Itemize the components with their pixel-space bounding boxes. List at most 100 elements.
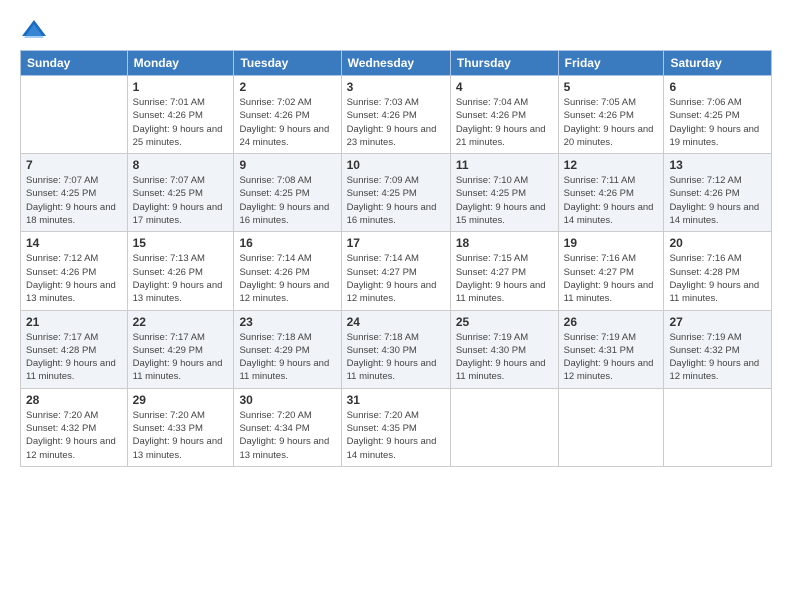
cell-inner: 27 Sunrise: 7:19 AMSunset: 4:32 PMDayligh…	[669, 315, 766, 384]
page: SundayMondayTuesdayWednesdayThursdayFrid…	[0, 0, 792, 612]
day-number: 26	[564, 315, 659, 329]
cell-inner: 23Sunrise: 7:18 AMSunset: 4:29 PMDayligh…	[239, 315, 335, 384]
cell-details: Sunrise: 7:19 AMSunset: 4:32 PMDaylight:…	[669, 331, 766, 384]
cell-details: Sunrise: 7:07 AMSunset: 4:25 PMDaylight:…	[133, 174, 229, 227]
cell-inner: 31Sunrise: 7:20 AMSunset: 4:35 PMDayligh…	[347, 393, 445, 462]
cell-inner: 12 Sunrise: 7:11 AMSunset: 4:26 PMDayligh…	[564, 158, 659, 227]
day-number: 29	[133, 393, 229, 407]
cell-inner: 1Sunrise: 7:01 AMSunset: 4:26 PMDaylight…	[133, 80, 229, 149]
cell-details: Sunrise: 7:07 AMSunset: 4:25 PMDaylight:…	[26, 174, 122, 227]
calendar-cell: 1Sunrise: 7:01 AMSunset: 4:26 PMDaylight…	[127, 76, 234, 154]
calendar-cell: 27 Sunrise: 7:19 AMSunset: 4:32 PMDayligh…	[664, 310, 772, 388]
day-number: 27	[669, 315, 766, 329]
calendar-cell: 6Sunrise: 7:06 AMSunset: 4:25 PMDaylight…	[664, 76, 772, 154]
calendar-cell: 22Sunrise: 7:17 AMSunset: 4:29 PMDayligh…	[127, 310, 234, 388]
day-number: 15	[133, 236, 229, 250]
calendar-cell: 15 Sunrise: 7:13 AMSunset: 4:26 PMDayligh…	[127, 232, 234, 310]
cell-inner: 18 Sunrise: 7:15 AMSunset: 4:27 PMDayligh…	[456, 236, 553, 305]
cell-details: Sunrise: 7:13 AMSunset: 4:26 PMDaylight:…	[133, 252, 229, 305]
day-number: 12	[564, 158, 659, 172]
cell-inner: 13 Sunrise: 7:12 AMSunset: 4:26 PMDayligh…	[669, 158, 766, 227]
calendar-cell	[21, 76, 128, 154]
cell-details: Sunrise: 7:18 AMSunset: 4:29 PMDaylight:…	[239, 331, 335, 384]
cell-inner: 11 Sunrise: 7:10 AMSunset: 4:25 PMDayligh…	[456, 158, 553, 227]
cell-inner: 30 Sunrise: 7:20 AMSunset: 4:34 PMDayligh…	[239, 393, 335, 462]
day-number: 22	[133, 315, 229, 329]
calendar-cell: 29Sunrise: 7:20 AMSunset: 4:33 PMDayligh…	[127, 388, 234, 466]
calendar-week-2: 7Sunrise: 7:07 AMSunset: 4:25 PMDaylight…	[21, 154, 772, 232]
calendar-cell: 7Sunrise: 7:07 AMSunset: 4:25 PMDaylight…	[21, 154, 128, 232]
cell-inner: 24Sunrise: 7:18 AMSunset: 4:30 PMDayligh…	[347, 315, 445, 384]
day-number: 19	[564, 236, 659, 250]
calendar-cell	[664, 388, 772, 466]
cell-details: Sunrise: 7:02 AMSunset: 4:26 PMDaylight:…	[239, 96, 335, 149]
cell-inner: 4Sunrise: 7:04 AMSunset: 4:26 PMDaylight…	[456, 80, 553, 149]
day-number: 1	[133, 80, 229, 94]
calendar-cell: 13 Sunrise: 7:12 AMSunset: 4:26 PMDayligh…	[664, 154, 772, 232]
day-number: 10	[347, 158, 445, 172]
cell-details: Sunrise: 7:12 AMSunset: 4:26 PMDaylight:…	[669, 174, 766, 227]
cell-inner: 16Sunrise: 7:14 AMSunset: 4:26 PMDayligh…	[239, 236, 335, 305]
calendar-header-wednesday: Wednesday	[341, 51, 450, 76]
day-number: 30	[239, 393, 335, 407]
calendar-cell: 5 Sunrise: 7:05 AMSunset: 4:26 PMDaylight…	[558, 76, 664, 154]
calendar-week-3: 14Sunrise: 7:12 AMSunset: 4:26 PMDayligh…	[21, 232, 772, 310]
day-number: 6	[669, 80, 766, 94]
calendar-week-4: 21Sunrise: 7:17 AMSunset: 4:28 PMDayligh…	[21, 310, 772, 388]
calendar-header-sunday: Sunday	[21, 51, 128, 76]
day-number: 16	[239, 236, 335, 250]
cell-inner: 29Sunrise: 7:20 AMSunset: 4:33 PMDayligh…	[133, 393, 229, 462]
cell-details: Sunrise: 7:15 AMSunset: 4:27 PMDaylight:…	[456, 252, 553, 305]
header	[20, 16, 772, 44]
cell-inner: 22Sunrise: 7:17 AMSunset: 4:29 PMDayligh…	[133, 315, 229, 384]
logo	[20, 16, 52, 44]
calendar-header-tuesday: Tuesday	[234, 51, 341, 76]
cell-details: Sunrise: 7:16 AMSunset: 4:27 PMDaylight:…	[564, 252, 659, 305]
calendar-cell: 3Sunrise: 7:03 AMSunset: 4:26 PMDaylight…	[341, 76, 450, 154]
calendar-header-monday: Monday	[127, 51, 234, 76]
calendar-cell: 12 Sunrise: 7:11 AMSunset: 4:26 PMDayligh…	[558, 154, 664, 232]
calendar-cell	[450, 388, 558, 466]
cell-details: Sunrise: 7:19 AMSunset: 4:30 PMDaylight:…	[456, 331, 553, 384]
calendar-header-saturday: Saturday	[664, 51, 772, 76]
calendar-cell: 19 Sunrise: 7:16 AMSunset: 4:27 PMDayligh…	[558, 232, 664, 310]
day-number: 5	[564, 80, 659, 94]
day-number: 21	[26, 315, 122, 329]
calendar-cell: 31Sunrise: 7:20 AMSunset: 4:35 PMDayligh…	[341, 388, 450, 466]
cell-details: Sunrise: 7:08 AMSunset: 4:25 PMDaylight:…	[239, 174, 335, 227]
cell-details: Sunrise: 7:12 AMSunset: 4:26 PMDaylight:…	[26, 252, 122, 305]
day-number: 2	[239, 80, 335, 94]
calendar-week-1: 1Sunrise: 7:01 AMSunset: 4:26 PMDaylight…	[21, 76, 772, 154]
calendar-header-row: SundayMondayTuesdayWednesdayThursdayFrid…	[21, 51, 772, 76]
cell-inner: 6Sunrise: 7:06 AMSunset: 4:25 PMDaylight…	[669, 80, 766, 149]
day-number: 18	[456, 236, 553, 250]
cell-inner: 2 Sunrise: 7:02 AMSunset: 4:26 PMDaylight…	[239, 80, 335, 149]
cell-inner: 10Sunrise: 7:09 AMSunset: 4:25 PMDayligh…	[347, 158, 445, 227]
calendar-cell: 11 Sunrise: 7:10 AMSunset: 4:25 PMDayligh…	[450, 154, 558, 232]
calendar-cell: 25Sunrise: 7:19 AMSunset: 4:30 PMDayligh…	[450, 310, 558, 388]
cell-details: Sunrise: 7:11 AMSunset: 4:26 PMDaylight:…	[564, 174, 659, 227]
cell-details: Sunrise: 7:16 AMSunset: 4:28 PMDaylight:…	[669, 252, 766, 305]
calendar-header-thursday: Thursday	[450, 51, 558, 76]
calendar-cell: 16Sunrise: 7:14 AMSunset: 4:26 PMDayligh…	[234, 232, 341, 310]
day-number: 13	[669, 158, 766, 172]
cell-inner: 25Sunrise: 7:19 AMSunset: 4:30 PMDayligh…	[456, 315, 553, 384]
calendar-table: SundayMondayTuesdayWednesdayThursdayFrid…	[20, 50, 772, 467]
cell-inner: 28Sunrise: 7:20 AMSunset: 4:32 PMDayligh…	[26, 393, 122, 462]
cell-inner: 14Sunrise: 7:12 AMSunset: 4:26 PMDayligh…	[26, 236, 122, 305]
day-number: 9	[239, 158, 335, 172]
calendar-cell: 23Sunrise: 7:18 AMSunset: 4:29 PMDayligh…	[234, 310, 341, 388]
cell-details: Sunrise: 7:10 AMSunset: 4:25 PMDaylight:…	[456, 174, 553, 227]
calendar-cell: 30 Sunrise: 7:20 AMSunset: 4:34 PMDayligh…	[234, 388, 341, 466]
calendar-cell: 2 Sunrise: 7:02 AMSunset: 4:26 PMDaylight…	[234, 76, 341, 154]
cell-details: Sunrise: 7:05 AMSunset: 4:26 PMDaylight:…	[564, 96, 659, 149]
day-number: 3	[347, 80, 445, 94]
day-number: 8	[133, 158, 229, 172]
calendar-header-friday: Friday	[558, 51, 664, 76]
day-number: 11	[456, 158, 553, 172]
cell-details: Sunrise: 7:20 AMSunset: 4:34 PMDaylight:…	[239, 409, 335, 462]
calendar-week-5: 28Sunrise: 7:20 AMSunset: 4:32 PMDayligh…	[21, 388, 772, 466]
cell-details: Sunrise: 7:14 AMSunset: 4:27 PMDaylight:…	[347, 252, 445, 305]
cell-inner: 20Sunrise: 7:16 AMSunset: 4:28 PMDayligh…	[669, 236, 766, 305]
calendar-cell: 4Sunrise: 7:04 AMSunset: 4:26 PMDaylight…	[450, 76, 558, 154]
